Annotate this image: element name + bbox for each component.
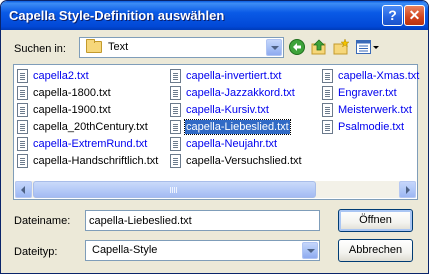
text-file-icon (322, 119, 333, 134)
filename-input[interactable] (89, 213, 309, 229)
look-in-combo[interactable]: Text (79, 37, 284, 58)
folder-icon (86, 39, 102, 53)
filetype-label: Dateityp: (14, 246, 58, 258)
text-file-icon (170, 68, 181, 83)
help-button[interactable]: ? (382, 5, 403, 26)
scroll-left-button[interactable] (15, 181, 32, 198)
chevron-down-icon[interactable] (302, 242, 318, 259)
text-file-icon (17, 153, 28, 168)
file-item[interactable]: Engraver.txt (321, 84, 400, 101)
file-item[interactable]: capella-1800.txt (16, 84, 114, 101)
file-item-selected[interactable]: capella-Liebeslied.txt (169, 118, 292, 135)
scroll-right-button[interactable] (399, 181, 416, 198)
title-bar[interactable]: Capella Style-Definition auswählen ? ✕ (1, 1, 428, 30)
file-list[interactable]: capella2.txt capella-1800.txt capella-19… (13, 64, 419, 200)
filename-field[interactable] (85, 210, 320, 231)
filetype-combo[interactable]: Capella-Style (85, 240, 320, 261)
text-file-icon (322, 85, 333, 100)
file-item[interactable]: capella-Xmas.txt (321, 67, 422, 84)
filename-label: Dateiname: (14, 215, 71, 227)
file-item[interactable]: capella_20thCentury.txt (16, 118, 151, 135)
filetype-value: Capella-Style (92, 244, 158, 256)
view-menu-icon[interactable] (355, 38, 381, 56)
file-item[interactable]: capella-invertiert.txt (169, 67, 284, 84)
file-item[interactable]: capella-Kursiv.txt (169, 101, 272, 118)
file-item[interactable]: capella-Handschriftlich.txt (16, 152, 161, 169)
file-item[interactable]: capella-1900.txt (16, 101, 114, 118)
file-item[interactable]: capella-Versuchslied.txt (169, 152, 305, 169)
back-icon[interactable] (288, 38, 306, 56)
text-file-icon (17, 85, 28, 100)
text-file-icon (170, 85, 181, 100)
text-file-icon (170, 102, 181, 117)
text-file-icon (17, 68, 28, 83)
text-file-icon (170, 136, 181, 151)
cancel-button[interactable]: Abbrechen (338, 239, 413, 262)
window-title: Capella Style-Definition auswählen (9, 8, 225, 23)
file-item[interactable]: capella-ExtremRund.txt (16, 135, 150, 152)
chevron-down-icon[interactable] (266, 39, 282, 56)
open-button[interactable]: Öffnen (338, 209, 413, 232)
scrollbar-thumb[interactable] (33, 181, 316, 198)
file-item[interactable]: capella-Neujahr.txt (169, 135, 280, 152)
file-item[interactable]: Meisterwerk.txt (321, 101, 415, 118)
text-file-icon (17, 136, 28, 151)
close-button[interactable]: ✕ (404, 5, 425, 26)
text-file-icon (170, 153, 181, 168)
look-in-label: Suchen in: (14, 43, 66, 55)
file-item[interactable]: capella2.txt (16, 67, 92, 84)
new-folder-icon[interactable] (332, 38, 350, 56)
horizontal-scrollbar[interactable] (15, 181, 416, 198)
text-file-icon (17, 102, 28, 117)
file-item[interactable]: capella-Jazzakkord.txt (169, 84, 298, 101)
look-in-value: Text (108, 41, 129, 53)
up-folder-icon[interactable] (310, 38, 328, 56)
text-file-icon (322, 68, 333, 83)
file-item[interactable]: Psalmodie.txt (321, 118, 407, 135)
file-open-dialog: Capella Style-Definition auswählen ? ✕ S… (0, 0, 429, 274)
text-file-icon (170, 119, 181, 134)
text-file-icon (322, 102, 333, 117)
text-file-icon (17, 119, 28, 134)
